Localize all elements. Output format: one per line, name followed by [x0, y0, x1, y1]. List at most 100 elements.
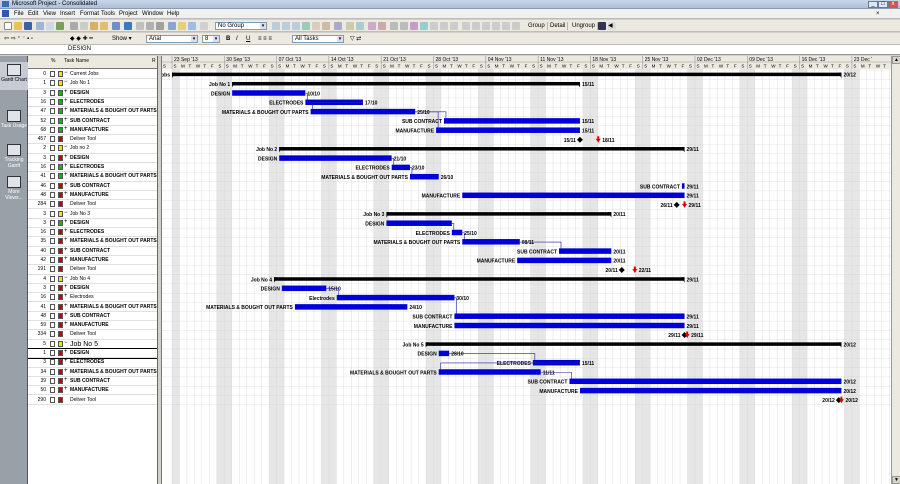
task-row[interactable]: 68 + MANUFACTURE	[28, 126, 157, 136]
outline-toggle-icon[interactable]: −	[64, 144, 68, 150]
task-name[interactable]: MANUFACTURE	[70, 387, 109, 393]
update-icon[interactable]	[512, 22, 520, 30]
copy-picture-icon[interactable]	[302, 22, 310, 30]
entry-field[interactable]: DESIGN	[68, 46, 91, 52]
task-name[interactable]: Electrodes	[70, 294, 94, 300]
task-name[interactable]: Deliver Tool	[70, 201, 96, 207]
options-icon[interactable]	[472, 22, 480, 30]
table-icon[interactable]	[430, 22, 438, 30]
detail-button[interactable]: Detail	[548, 22, 569, 30]
link-tasks-icon[interactable]	[136, 22, 144, 30]
outline-toggle-icon[interactable]: +	[64, 219, 68, 225]
task-name[interactable]: MATERIALS & BOUGHT OUT PARTS	[70, 173, 157, 179]
copy-icon[interactable]	[80, 22, 88, 30]
outline-toggle-icon[interactable]: +	[64, 191, 68, 197]
view-task-usage[interactable]: Task Usage	[0, 108, 28, 136]
task-name[interactable]: SUB CONTRACT	[70, 248, 110, 254]
new-icon[interactable]	[4, 22, 12, 30]
filter-select[interactable]: All Tasks ▾	[292, 35, 344, 43]
task-name[interactable]: Job no 2	[70, 145, 89, 151]
baseline-icon[interactable]	[368, 22, 376, 30]
task-row[interactable]: 16 + ELECTRODES	[28, 228, 157, 238]
task-name[interactable]: SUB CONTRACT	[70, 118, 110, 124]
task-name-column-header[interactable]: Task Name	[64, 58, 89, 64]
arrow-left-icon[interactable]: ◀	[608, 22, 616, 30]
open-icon[interactable]	[14, 22, 22, 30]
export-icon[interactable]	[420, 22, 428, 30]
network-icon[interactable]	[502, 22, 510, 30]
outline-toggle-icon[interactable]: −	[64, 275, 68, 281]
print-icon[interactable]	[36, 22, 44, 30]
task-row[interactable]: 39 + SUB CONTRACT	[28, 377, 157, 387]
menu-view[interactable]: View	[43, 11, 56, 17]
tracking-icon[interactable]	[378, 22, 386, 30]
task-name[interactable]: Deliver Tool	[70, 136, 96, 142]
task-row[interactable]: 47 + MATERIALS & BOUGHT OUT PARTS	[28, 107, 157, 117]
task-name[interactable]: Deliver Tool	[70, 266, 96, 272]
outline-toggle-icon[interactable]: +	[64, 182, 68, 188]
task-row[interactable]: 3 + DESIGN	[28, 154, 157, 163]
undo-icon[interactable]	[112, 22, 120, 30]
task-row[interactable]: 16 + Electrodes	[28, 293, 157, 303]
calendar-icon[interactable]	[356, 22, 364, 30]
task-name[interactable]: ELECTRODES	[70, 229, 104, 235]
task-row[interactable]: 334 Deliver Tool	[28, 330, 157, 340]
minimize-button[interactable]: _	[868, 1, 878, 8]
pivot-icon[interactable]	[346, 22, 354, 30]
filter-icon[interactable]	[334, 22, 342, 30]
task-name[interactable]: DESIGN	[70, 285, 89, 291]
outline-tools[interactable]: ⇦ ⇨ ⁺ ⁻ ▪ ▫	[4, 35, 33, 43]
task-row[interactable]: 290 Deliver Tool	[28, 396, 157, 405]
format-painter-icon[interactable]	[100, 22, 108, 30]
task-name[interactable]: Job No 5	[70, 341, 98, 348]
menu-edit[interactable]: Edit	[28, 11, 38, 17]
task-row[interactable]: 4 − Job No 4	[28, 275, 157, 284]
task-name[interactable]: SUB CONTRACT	[70, 378, 110, 384]
task-row[interactable]: 48 + MANUFACTURE	[28, 191, 157, 201]
menu-file[interactable]: File	[14, 11, 24, 17]
task-row[interactable]: 50 + MANUFACTURE	[28, 386, 157, 396]
window-icon[interactable]	[440, 22, 448, 30]
menu-close-doc[interactable]: ×	[876, 11, 880, 17]
outline-toggle-icon[interactable]: +	[64, 237, 68, 243]
menu-format[interactable]: Format	[80, 11, 99, 17]
task-name[interactable]: MANUFACTURE	[70, 192, 109, 198]
report-icon[interactable]	[390, 22, 398, 30]
task-row[interactable]: 5 − Job No 5	[28, 340, 157, 349]
save-icon[interactable]	[24, 22, 32, 30]
task-info-icon[interactable]	[168, 22, 176, 30]
level-icon[interactable]	[492, 22, 500, 30]
task-row[interactable]: 457 Deliver Tool	[28, 135, 157, 145]
task-row[interactable]: 34 + MATERIALS & BOUGHT OUT PARTS	[28, 368, 157, 377]
project-guide-icon[interactable]	[450, 22, 458, 30]
task-name[interactable]: Job No 4	[70, 276, 90, 282]
macro-icon[interactable]	[400, 22, 408, 30]
task-name[interactable]: MANUFACTURE	[70, 127, 109, 133]
outline-toggle-icon[interactable]: +	[64, 256, 68, 262]
task-row[interactable]: 16 + ELECTRODES	[28, 163, 157, 173]
task-row[interactable]: 46 + SUB CONTRACT	[28, 182, 157, 191]
task-row[interactable]: 16 + ELECTRODES	[28, 98, 157, 108]
close-button[interactable]: x	[888, 1, 898, 8]
view-more-views[interactable]: More Views...	[0, 174, 28, 202]
ungroup-button[interactable]: Ungroup	[570, 22, 599, 30]
outline-toggle-icon[interactable]: +	[64, 247, 68, 253]
task-name[interactable]: DESIGN	[70, 90, 89, 96]
outline-toggle-icon[interactable]: +	[64, 228, 68, 234]
task-name[interactable]: Job No 1	[70, 80, 90, 86]
task-name[interactable]: DESIGN	[70, 155, 89, 161]
scroll-to-task-icon[interactable]	[292, 22, 300, 30]
outline-toggle-icon[interactable]: +	[64, 358, 68, 364]
task-name[interactable]: SUB CONTRACT	[70, 313, 110, 319]
outline-toggle-icon[interactable]: +	[64, 368, 68, 374]
menu-insert[interactable]: Insert	[60, 11, 75, 17]
zoom-in-icon[interactable]	[272, 22, 280, 30]
group-select[interactable]: No Group ▾	[215, 22, 267, 30]
outline-toggle-icon[interactable]: +	[64, 386, 68, 392]
task-name[interactable]: ELECTRODES	[70, 164, 104, 170]
task-name[interactable]: ELECTRODES	[70, 99, 104, 105]
paste-icon[interactable]	[90, 22, 98, 30]
resource-pool-icon[interactable]	[482, 22, 490, 30]
entry-bar[interactable]: DESIGN	[0, 45, 900, 55]
show-button-wrap[interactable]: Show ▾	[112, 35, 132, 43]
